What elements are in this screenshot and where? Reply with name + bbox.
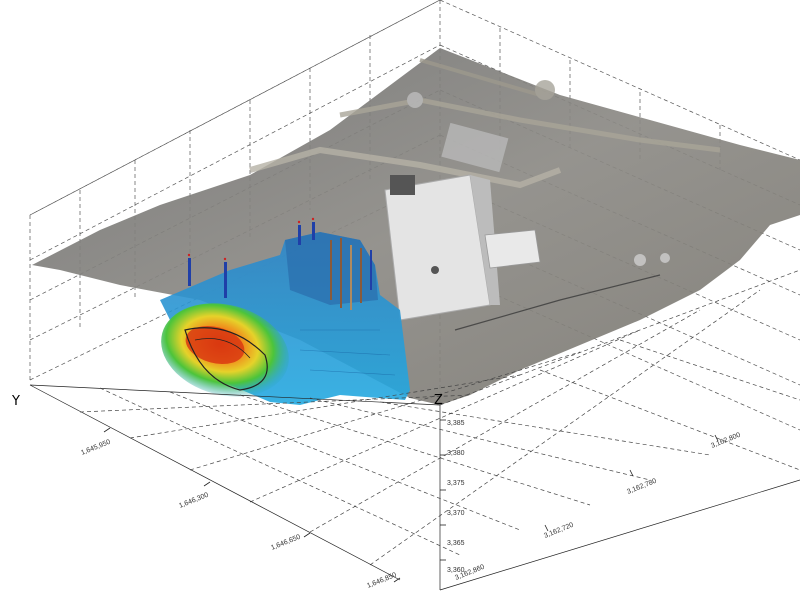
- y-tick-label: 1,645,950: [80, 439, 112, 457]
- z-tick-label: 3,380: [447, 450, 465, 457]
- z-tick-label: 3,375: [447, 480, 465, 487]
- z-tick-label: 3,385: [447, 420, 465, 427]
- 3d-viewer-canvas[interactable]: 1,645,950 1,646,300 1,646,650 1,646,850 …: [0, 0, 800, 600]
- z-axis-title: Z: [434, 393, 443, 408]
- x-tick-label: 3,162,720: [543, 522, 575, 540]
- z-tick-label: 3,370: [447, 510, 465, 517]
- x-tick-label: 3,162,800: [710, 432, 742, 450]
- y-axis-title: Y: [11, 394, 20, 409]
- x-tick-label: 3,162,780: [626, 478, 658, 496]
- y-tick-label: 1,646,300: [178, 492, 210, 510]
- z-tick-label: 3,365: [447, 540, 465, 547]
- y-tick-label: 1,646,650: [270, 534, 302, 552]
- y-tick-label: 1,646,850: [366, 572, 398, 590]
